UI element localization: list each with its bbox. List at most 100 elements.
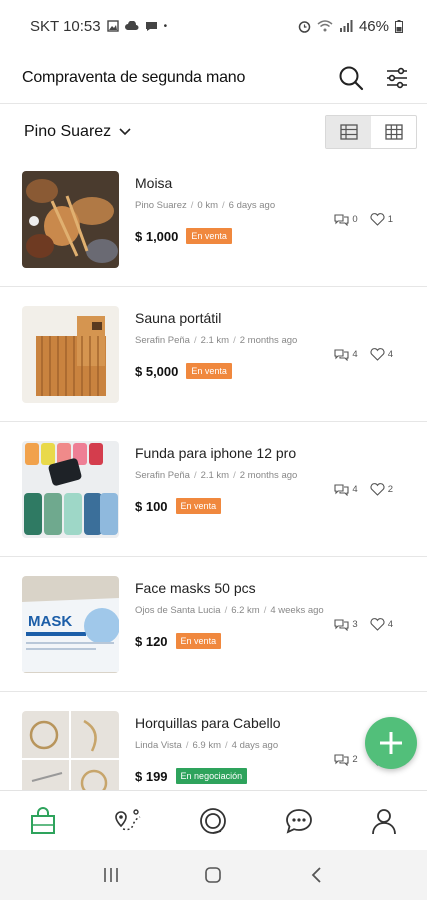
profile-icon (372, 808, 397, 834)
sliders-icon (387, 67, 407, 88)
home-icon (205, 867, 222, 883)
item-thumbnail (22, 171, 119, 268)
nav-map[interactable] (103, 796, 153, 846)
like-count: 2 (370, 483, 393, 496)
search-button[interactable] (337, 64, 365, 92)
search-icon (339, 66, 364, 90)
like-count: 4 (370, 618, 393, 631)
like-count: 4 (370, 348, 393, 361)
gallery-icon (106, 20, 119, 32)
app-header: Compraventa de segunda mano (0, 52, 427, 104)
recent-apps-button[interactable] (91, 855, 131, 895)
chat-count: 0 (334, 213, 358, 226)
filter-settings-button[interactable] (383, 64, 411, 92)
chat-icon (285, 808, 312, 834)
listing-list: Moisa Pino Suarez/ 0 km/ 6 days ago $ 1,… (0, 152, 427, 790)
map-route-icon (115, 808, 141, 830)
item-location: Serafin Peña (135, 470, 190, 481)
item-thumbnail (22, 306, 119, 403)
item-time: 2 months ago (239, 335, 298, 346)
status-badge: En venta (175, 633, 222, 649)
status-bar: SKT 10:53 • 46% (0, 0, 427, 52)
heart-icon (370, 618, 385, 631)
nav-shop[interactable] (18, 796, 68, 846)
view-toggle (325, 115, 417, 149)
list-item[interactable]: Horquillas para Cabello Linda Vista/ 6.9… (0, 692, 427, 790)
plus-icon (380, 732, 402, 754)
home-button[interactable] (193, 855, 233, 895)
nav-profile[interactable] (359, 796, 409, 846)
nav-explore[interactable] (188, 796, 238, 846)
item-location: Linda Vista (135, 740, 182, 751)
item-price: $ 199 (135, 768, 168, 784)
item-distance: 6.9 km (192, 740, 221, 751)
list-item[interactable]: MASK Face masks 50 pcs Ojos de Santa Luc… (0, 557, 427, 692)
add-listing-button[interactable] (365, 717, 417, 769)
alarm-icon (298, 20, 311, 33)
status-badge: En venta (186, 228, 232, 244)
signal-icon (339, 20, 353, 32)
item-title: Sauna portátil (135, 310, 222, 326)
chat-bubbles-icon (334, 754, 349, 766)
back-icon (311, 867, 321, 883)
heart-icon (370, 213, 385, 226)
item-thumbnail (22, 441, 119, 538)
item-thumbnail (22, 711, 119, 790)
message-icon (145, 22, 157, 31)
wifi-icon (317, 20, 333, 32)
item-thumbnail: MASK (22, 576, 119, 673)
heart-icon (370, 483, 385, 496)
location-label: Pino Suarez (24, 123, 112, 140)
item-title: Funda para iphone 12 pro (135, 445, 297, 461)
battery-level: 46% (358, 17, 389, 35)
grid-view-icon (384, 124, 403, 140)
shop-bag-icon (30, 806, 55, 834)
chat-bubbles-icon (334, 484, 349, 496)
nav-chat[interactable] (274, 796, 324, 846)
list-view-button[interactable] (326, 116, 371, 148)
item-location: Serafin Peña (135, 335, 190, 346)
item-location: Pino Suarez (135, 200, 187, 211)
list-view-icon (339, 124, 358, 140)
recent-apps-icon (104, 868, 118, 882)
item-location: Ojos de Santa Lucia (135, 605, 221, 616)
list-item[interactable]: Funda para iphone 12 pro Serafin Peña/ 2… (0, 422, 427, 557)
list-item[interactable]: Moisa Pino Suarez/ 0 km/ 6 days ago $ 1,… (0, 152, 427, 287)
filter-row: Pino Suarez (0, 112, 427, 152)
item-time: 4 days ago (231, 740, 279, 751)
chat-count: 2 (334, 753, 358, 766)
heart-icon (370, 348, 385, 361)
page-title: Compraventa de segunda mano (22, 68, 246, 86)
chat-bubbles-icon (334, 214, 349, 226)
chat-bubbles-icon (334, 349, 349, 361)
item-price: $ 1,000 (135, 228, 179, 244)
battery-icon (395, 19, 403, 33)
item-price: $ 100 (135, 498, 168, 514)
status-badge: En venta (186, 363, 232, 379)
system-nav-bar (0, 850, 427, 900)
notification-dot-icon: • (163, 20, 168, 32)
location-selector[interactable]: Pino Suarez (24, 123, 131, 141)
item-title: Face masks 50 pcs (135, 580, 256, 596)
like-count: 1 (370, 213, 393, 226)
svg-text:MASK: MASK (28, 613, 72, 630)
status-badge: En negociación (175, 768, 248, 784)
bottom-nav (0, 790, 427, 850)
item-distance: 2.1 km (200, 470, 230, 481)
item-time: 4 weeks ago (270, 605, 324, 616)
item-time: 2 months ago (239, 470, 298, 481)
item-meta: Pino Suarez/ 0 km/ 6 days ago (135, 200, 276, 211)
chat-bubbles-icon (334, 619, 349, 631)
grid-view-button[interactable] (371, 116, 416, 148)
item-price: $ 5,000 (135, 363, 179, 379)
chat-count: 3 (334, 618, 358, 631)
item-distance: 2.1 km (200, 335, 230, 346)
item-meta: Serafin Peña/ 2.1 km/ 2 months ago (135, 335, 298, 346)
cloud-icon (124, 21, 139, 30)
list-item[interactable]: Sauna portátil Serafin Peña/ 2.1 km/ 2 m… (0, 287, 427, 422)
chevron-down-icon (119, 128, 131, 136)
back-button[interactable] (296, 855, 336, 895)
chat-count: 4 (334, 483, 358, 496)
status-badge: En venta (175, 498, 222, 514)
item-distance: 0 km (197, 200, 218, 211)
